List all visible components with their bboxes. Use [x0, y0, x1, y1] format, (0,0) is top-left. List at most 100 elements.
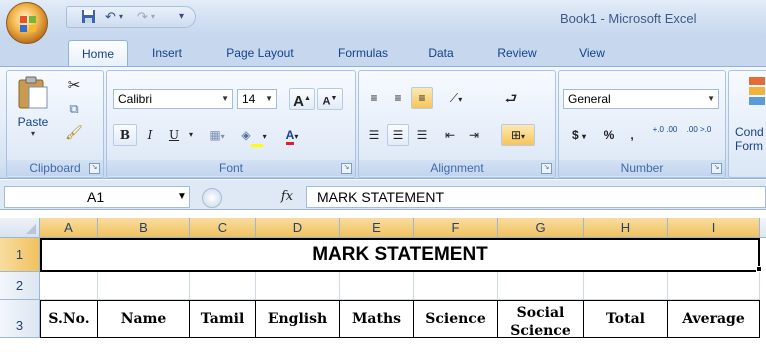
row-header-1[interactable]: 1 [0, 238, 40, 272]
cell-c3[interactable]: Tamil [190, 300, 256, 338]
tab-home[interactable]: Home [68, 40, 128, 67]
underline-button[interactable]: U [163, 124, 185, 146]
align-right-icon[interactable]: ☰ [411, 124, 433, 146]
cell-c2[interactable] [190, 272, 256, 300]
font-launcher-icon[interactable]: ↘ [341, 163, 352, 174]
conditional-formatting-label[interactable]: Cond [735, 125, 764, 139]
increase-indent-icon[interactable]: ⇥ [463, 124, 485, 146]
font-name-combo[interactable]: Calibri ▼ [113, 89, 233, 109]
column-header-d[interactable]: D [256, 218, 340, 238]
cell-a2[interactable] [40, 272, 98, 300]
cell-g2[interactable] [498, 272, 584, 300]
cell-a3[interactable]: S.No. [40, 300, 98, 338]
font-color-button[interactable]: A▾ [275, 124, 309, 146]
column-header-b[interactable]: B [98, 218, 190, 238]
font-group-label: Font [107, 160, 355, 176]
paste-dropdown-icon: ▾ [30, 129, 35, 138]
column-header-h[interactable]: H [584, 218, 668, 238]
format-painter-icon[interactable]: 🖌 [61, 121, 87, 143]
column-header-i[interactable]: I [668, 218, 760, 238]
cell-i2[interactable] [668, 272, 760, 300]
underline-dropdown-icon[interactable]: ▾ [185, 124, 197, 146]
cell-f2[interactable] [414, 272, 498, 300]
wrap-text-icon[interactable]: ⮐ [499, 87, 523, 109]
cell-b3[interactable]: Name [98, 300, 190, 338]
column-header-g[interactable]: G [498, 218, 584, 238]
top-align-icon[interactable]: ≡ [363, 87, 385, 109]
comma-button[interactable]: , [621, 124, 643, 146]
fill-color-icon[interactable]: ◈ ▾ [237, 124, 271, 147]
cell-d3[interactable]: English [256, 300, 340, 338]
bold-button[interactable]: B [113, 124, 137, 146]
insert-function-icon[interactable]: fx [272, 186, 302, 208]
cell-e3[interactable]: Maths [340, 300, 414, 338]
column-header-c[interactable]: C [190, 218, 256, 238]
undo-dropdown-icon[interactable]: ▾ [119, 9, 123, 25]
redo-dropdown-icon[interactable]: ▾ [151, 9, 155, 25]
save-icon[interactable] [81, 9, 96, 25]
window-title: Book1 - Microsoft Excel [560, 11, 697, 26]
select-all-button[interactable] [0, 218, 40, 238]
cell-h3[interactable]: Total [584, 300, 668, 338]
column-header-f[interactable]: F [414, 218, 498, 238]
align-left-icon[interactable]: ☰ [363, 124, 385, 146]
borders-icon[interactable]: ▦▾ [203, 124, 231, 146]
formula-input[interactable]: MARK STATEMENT [306, 186, 766, 208]
cell-i3[interactable]: Average [668, 300, 760, 338]
cut-icon[interactable]: ✂ [61, 75, 87, 97]
italic-button[interactable]: I [139, 124, 161, 146]
chevron-down-icon: ▼ [707, 94, 715, 103]
copy-icon[interactable]: ⧉ [61, 98, 87, 120]
clipboard-launcher-icon[interactable]: ↘ [89, 163, 100, 174]
column-header-j[interactable] [760, 218, 766, 238]
tab-view[interactable]: View [568, 40, 616, 66]
conditional-formatting-label-2[interactable]: Form [735, 139, 763, 153]
decrease-decimal-button[interactable]: .00 >.0 [683, 124, 715, 146]
clipboard-group: Paste ▾ ✂ ⧉ 🖌 Clipboard ↘ [6, 70, 104, 178]
cell-d2[interactable] [256, 272, 340, 300]
cell-f3[interactable]: Science [414, 300, 498, 338]
formula-bar-resize-icon[interactable] [196, 186, 226, 208]
office-button[interactable] [6, 2, 48, 44]
cell-b2[interactable] [98, 272, 190, 300]
cell-e2[interactable] [340, 272, 414, 300]
merge-center-icon[interactable]: ⊞▾ [501, 124, 535, 146]
tab-page-layout[interactable]: Page Layout [214, 40, 306, 66]
number-format-combo[interactable]: General ▼ [563, 89, 719, 109]
decrease-indent-icon[interactable]: ⇤ [439, 124, 461, 146]
currency-button[interactable]: $ ▾ [563, 124, 595, 146]
column-header-a[interactable]: A [40, 218, 98, 238]
shrink-font-button[interactable]: A▼ [317, 88, 343, 110]
name-box[interactable]: A1 ▼ [4, 186, 190, 208]
tab-formulas[interactable]: Formulas [326, 40, 400, 66]
row-header-3[interactable]: 3 [0, 300, 40, 338]
merged-title-cell[interactable]: MARK STATEMENT [40, 238, 760, 272]
column-header-e[interactable]: E [340, 218, 414, 238]
grow-font-button[interactable]: A▲ [289, 88, 315, 110]
name-box-value: A1 [87, 189, 105, 205]
cell-g3[interactable]: Social Science [498, 300, 584, 339]
paste-icon [18, 76, 48, 109]
tab-data[interactable]: Data [416, 40, 466, 66]
cell-h2[interactable] [584, 272, 668, 300]
customize-qat-icon[interactable]: ▾ [179, 9, 184, 25]
percent-button[interactable]: % [597, 124, 621, 146]
number-group-label: Number [559, 160, 725, 176]
bottom-align-icon[interactable]: ≡ [411, 87, 433, 109]
conditional-formatting-icon[interactable] [749, 77, 765, 107]
increase-decimal-button[interactable]: +.0 .00 [649, 124, 681, 146]
number-launcher-icon[interactable]: ↘ [711, 163, 722, 174]
redo-icon[interactable]: ↷ [137, 9, 148, 25]
paste-button[interactable]: Paste ▾ [13, 75, 53, 138]
orientation-icon[interactable]: ⟋▾ [439, 87, 473, 109]
alignment-launcher-icon[interactable]: ↘ [541, 163, 552, 174]
tab-insert[interactable]: Insert [138, 40, 196, 66]
font-size-combo[interactable]: 14 ▼ [237, 89, 277, 109]
tab-review[interactable]: Review [486, 40, 548, 66]
undo-icon[interactable]: ↶ [105, 9, 116, 25]
name-box-dropdown-icon[interactable]: ▼ [177, 187, 187, 207]
row-header-2[interactable]: 2 [0, 272, 40, 300]
align-center-icon[interactable]: ☰ [387, 124, 409, 146]
middle-align-icon[interactable]: ≡ [387, 87, 409, 109]
chevron-down-icon: ▼ [265, 94, 273, 103]
